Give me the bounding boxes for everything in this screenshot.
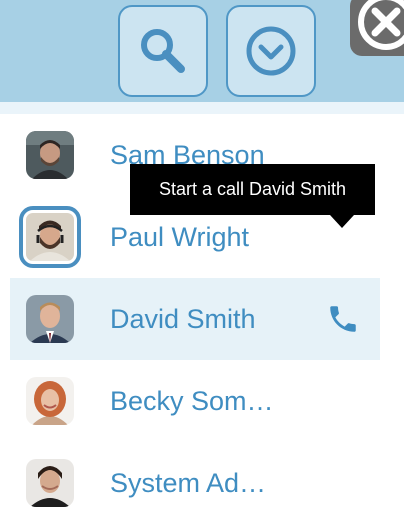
contact-row[interactable]: David Smith	[10, 278, 380, 360]
avatar	[26, 295, 74, 343]
avatar	[26, 131, 74, 179]
avatar	[26, 459, 74, 507]
toolbar	[0, 0, 404, 102]
contact-row[interactable]: Becky Som…	[10, 360, 380, 442]
avatar	[19, 206, 81, 268]
contact-row[interactable]: System Ad…	[10, 442, 380, 524]
toolbar-divider	[0, 102, 404, 114]
contact-name: System Ad…	[110, 468, 267, 498]
tooltip-arrow	[330, 215, 354, 228]
search-icon	[141, 29, 185, 73]
close-button[interactable]	[350, 0, 404, 56]
avatar	[26, 377, 74, 425]
contact-name: Paul Wright	[110, 222, 250, 252]
chevron-down-circle-icon	[246, 26, 296, 76]
contact-name: Becky Som…	[110, 386, 274, 416]
contact-name: David Smith	[110, 304, 256, 334]
call-tooltip: Start a call David Smith	[130, 164, 375, 215]
dropdown-button[interactable]	[226, 5, 316, 97]
search-button[interactable]	[118, 5, 208, 97]
close-icon	[358, 0, 404, 50]
phone-icon[interactable]	[326, 302, 360, 336]
